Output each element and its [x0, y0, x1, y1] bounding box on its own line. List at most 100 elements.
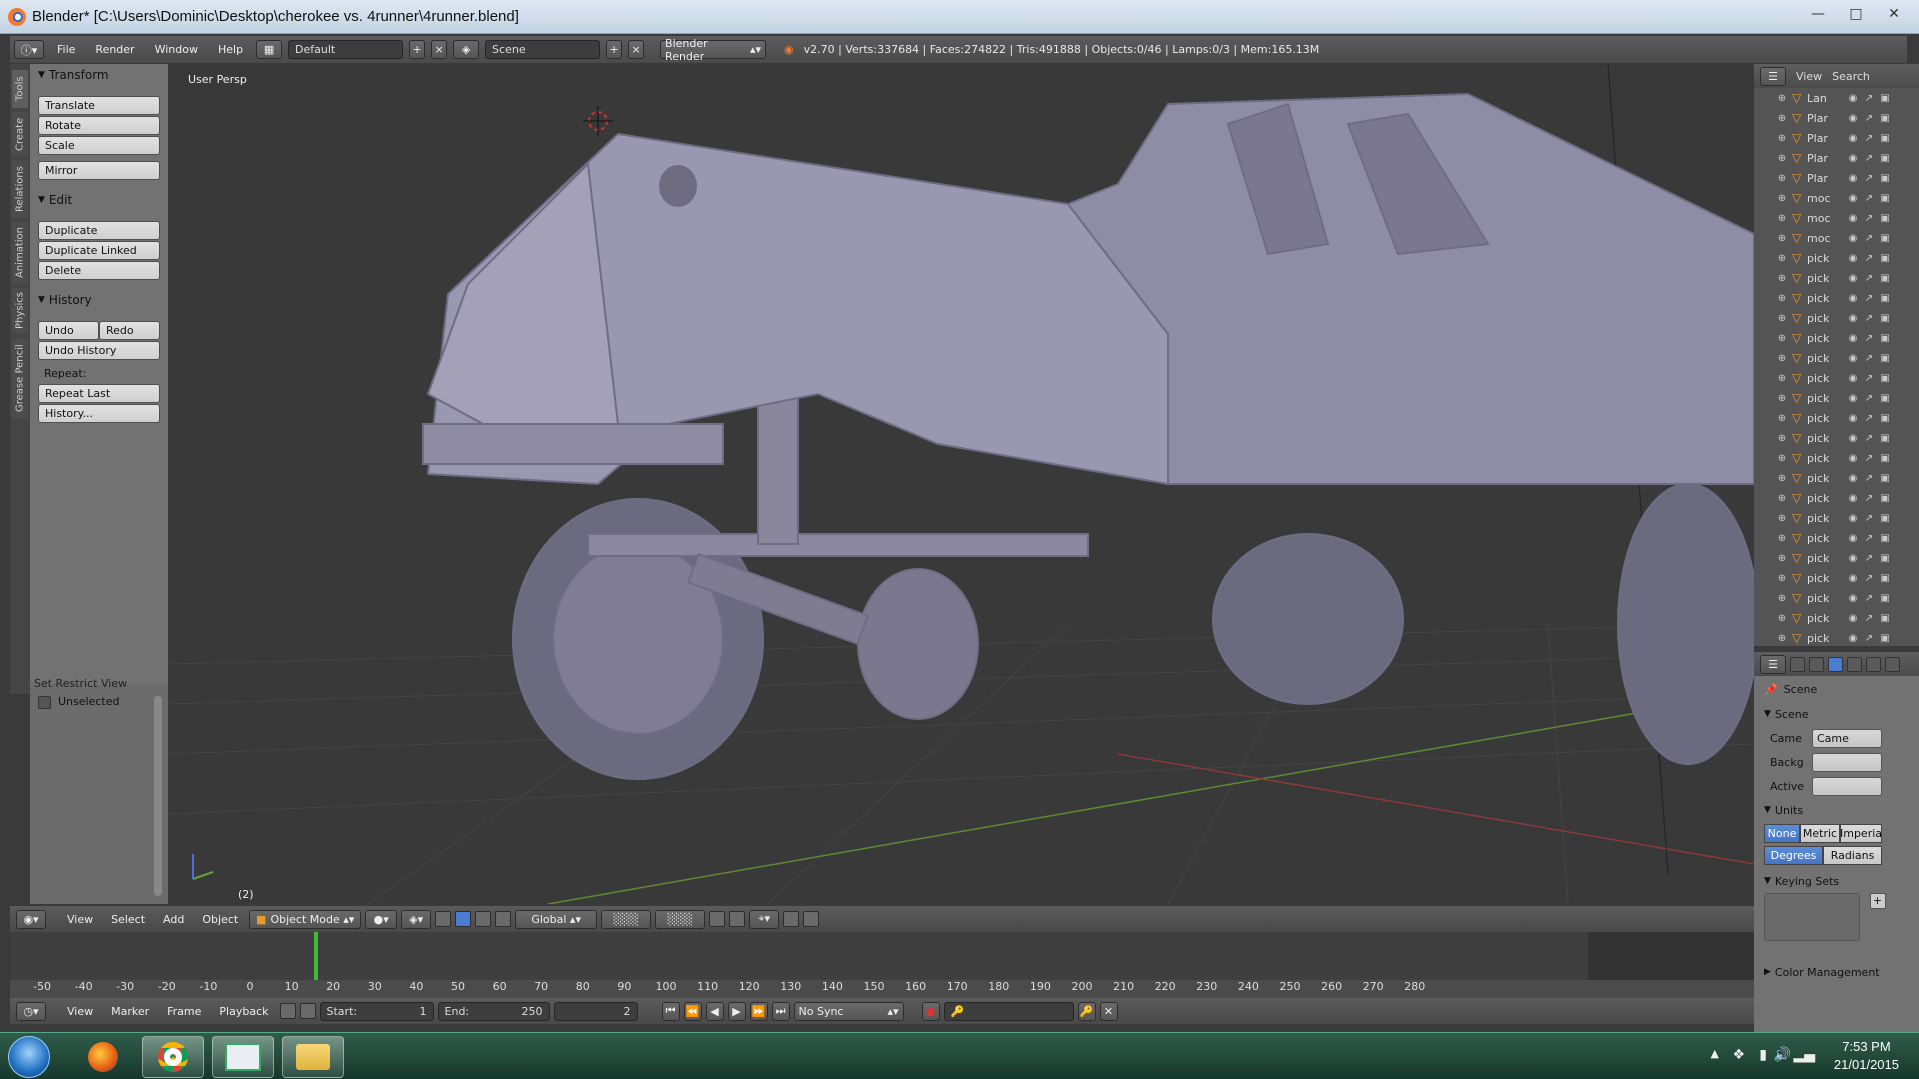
scene-tab-icon[interactable]: [1828, 656, 1843, 672]
selectable-arrow-icon[interactable]: ↗: [1863, 93, 1875, 104]
outliner-row[interactable]: ⊕ ▽ pick ◉ ↗ ▣: [1754, 468, 1919, 488]
visibility-eye-icon[interactable]: ◉: [1847, 293, 1859, 304]
view3d-menu-object[interactable]: Object: [195, 913, 245, 926]
outliner-row[interactable]: ⊕ ▽ pick ◉ ↗ ▣: [1754, 268, 1919, 288]
manipulator-toggle-icon[interactable]: [435, 911, 452, 927]
selectable-arrow-icon[interactable]: ↗: [1863, 593, 1875, 604]
visibility-eye-icon[interactable]: ◉: [1847, 253, 1859, 264]
view3d-editor-icon[interactable]: ◉▾: [16, 909, 46, 929]
selectable-arrow-icon[interactable]: ↗: [1863, 573, 1875, 584]
3d-viewport[interactable]: User Persp (2): [168, 64, 1754, 904]
expand-icon[interactable]: ⊕: [1776, 413, 1788, 424]
taskbar-explorer[interactable]: [282, 1036, 344, 1078]
screen-layout-icon[interactable]: ▦: [256, 40, 283, 59]
lock-range-icon[interactable]: [299, 1003, 316, 1019]
renderable-camera-icon[interactable]: ▣: [1879, 573, 1891, 584]
duplicate-button[interactable]: Duplicate: [38, 221, 160, 240]
visibility-eye-icon[interactable]: ◉: [1847, 353, 1859, 364]
edit-panel-header[interactable]: ▼ Edit: [30, 189, 72, 211]
renderable-camera-icon[interactable]: ▣: [1879, 533, 1891, 544]
selectable-arrow-icon[interactable]: ↗: [1863, 413, 1875, 424]
selectable-arrow-icon[interactable]: ↗: [1863, 233, 1875, 244]
transform-panel-header[interactable]: ▼ Transform: [30, 64, 109, 86]
selectable-arrow-icon[interactable]: ↗: [1863, 133, 1875, 144]
taskbar-chrome[interactable]: [142, 1036, 204, 1078]
visibility-eye-icon[interactable]: ◉: [1847, 573, 1859, 584]
visibility-eye-icon[interactable]: ◉: [1847, 373, 1859, 384]
outliner-row[interactable]: ⊕ ▽ Plar ◉ ↗ ▣: [1754, 128, 1919, 148]
expand-icon[interactable]: ⊕: [1776, 473, 1788, 484]
renderable-camera-icon[interactable]: ▣: [1879, 393, 1891, 404]
visibility-eye-icon[interactable]: ◉: [1847, 513, 1859, 524]
outliner-row[interactable]: ⊕ ▽ pick ◉ ↗ ▣: [1754, 248, 1919, 268]
rotate-button[interactable]: Rotate: [38, 116, 160, 135]
history-panel-header[interactable]: ▼ History: [30, 289, 92, 311]
expand-icon[interactable]: ⊕: [1776, 633, 1788, 644]
duplicate-linked-button[interactable]: Duplicate Linked: [38, 241, 160, 260]
menu-render[interactable]: Render: [88, 43, 141, 56]
visibility-eye-icon[interactable]: ◉: [1847, 453, 1859, 464]
renderable-camera-icon[interactable]: ▣: [1879, 193, 1891, 204]
insert-keyframe-icon[interactable]: 🔑: [1077, 1001, 1096, 1021]
outliner-row[interactable]: ⊕ ▽ pick ◉ ↗ ▣: [1754, 348, 1919, 368]
outliner-row[interactable]: ⊕ ▽ pick ◉ ↗ ▣: [1754, 408, 1919, 428]
visibility-eye-icon[interactable]: ◉: [1847, 493, 1859, 504]
orientation-dropdown[interactable]: Global ▴▾: [515, 909, 598, 929]
renderable-camera-icon[interactable]: ▣: [1879, 553, 1891, 564]
outliner-row[interactable]: ⊕ ▽ pick ◉ ↗ ▣: [1754, 308, 1919, 328]
camera-field[interactable]: Came: [1812, 728, 1882, 748]
outliner-row[interactable]: ⊕ ▽ pick ◉ ↗ ▣: [1754, 568, 1919, 588]
selectable-arrow-icon[interactable]: ↗: [1863, 633, 1875, 644]
outliner-row[interactable]: ⊕ ▽ moc ◉ ↗ ▣: [1754, 188, 1919, 208]
expand-icon[interactable]: ⊕: [1776, 573, 1788, 584]
repeat-last-button[interactable]: Repeat Last: [38, 384, 160, 403]
outliner-row[interactable]: ⊕ ▽ pick ◉ ↗ ▣: [1754, 528, 1919, 548]
outliner-view-menu[interactable]: View: [1796, 70, 1822, 83]
visibility-eye-icon[interactable]: ◉: [1847, 233, 1859, 244]
outliner-row[interactable]: ⊕ ▽ moc ◉ ↗ ▣: [1754, 208, 1919, 228]
visibility-eye-icon[interactable]: ◉: [1847, 413, 1859, 424]
visibility-eye-icon[interactable]: ◉: [1847, 213, 1859, 224]
renderable-camera-icon[interactable]: ▣: [1879, 473, 1891, 484]
selectable-arrow-icon[interactable]: ↗: [1863, 313, 1875, 324]
visibility-eye-icon[interactable]: ◉: [1847, 313, 1859, 324]
selectable-arrow-icon[interactable]: ↗: [1863, 533, 1875, 544]
end-frame-field[interactable]: End: 250: [437, 1001, 550, 1021]
renderable-camera-icon[interactable]: ▣: [1879, 453, 1891, 464]
units-section-header[interactable]: ▼ Units: [1754, 798, 1919, 822]
visibility-eye-icon[interactable]: ◉: [1847, 173, 1859, 184]
visibility-eye-icon[interactable]: ◉: [1847, 393, 1859, 404]
selectable-arrow-icon[interactable]: ↗: [1863, 153, 1875, 164]
visibility-eye-icon[interactable]: ◉: [1847, 433, 1859, 444]
jump-keyframe-back-icon[interactable]: ⏪: [683, 1001, 702, 1021]
visibility-eye-icon[interactable]: ◉: [1847, 553, 1859, 564]
visibility-eye-icon[interactable]: ◉: [1847, 473, 1859, 484]
mirror-button[interactable]: Mirror: [38, 161, 160, 180]
renderable-camera-icon[interactable]: ▣: [1879, 113, 1891, 124]
expand-icon[interactable]: ⊕: [1776, 233, 1788, 244]
delete-button[interactable]: Delete: [38, 261, 160, 280]
renderable-camera-icon[interactable]: ▣: [1879, 93, 1891, 104]
renderable-camera-icon[interactable]: ▣: [1879, 433, 1891, 444]
renderable-camera-icon[interactable]: ▣: [1879, 213, 1891, 224]
selectable-arrow-icon[interactable]: ↗: [1863, 113, 1875, 124]
menu-file[interactable]: File: [50, 43, 82, 56]
selectable-arrow-icon[interactable]: ↗: [1863, 453, 1875, 464]
render-preview-icon[interactable]: [783, 911, 800, 927]
selectable-arrow-icon[interactable]: ↗: [1863, 293, 1875, 304]
menu-window[interactable]: Window: [148, 43, 205, 56]
object-tab-icon[interactable]: [1866, 656, 1881, 672]
shelf-scrollbar[interactable]: [154, 696, 162, 896]
keying-add-button[interactable]: +: [1869, 893, 1886, 909]
start-button[interactable]: [8, 1036, 50, 1078]
outliner-row[interactable]: ⊕ ▽ pick ◉ ↗ ▣: [1754, 548, 1919, 568]
selectable-arrow-icon[interactable]: ↗: [1863, 553, 1875, 564]
renderable-camera-icon[interactable]: ▣: [1879, 373, 1891, 384]
selectable-arrow-icon[interactable]: ↗: [1863, 193, 1875, 204]
renderable-camera-icon[interactable]: ▣: [1879, 413, 1891, 424]
scale-button[interactable]: Scale: [38, 136, 160, 155]
jump-keyframe-forward-icon[interactable]: ⏩: [749, 1001, 768, 1021]
expand-icon[interactable]: ⊕: [1776, 133, 1788, 144]
render-tab-icon[interactable]: [1790, 656, 1805, 672]
renderable-camera-icon[interactable]: ▣: [1879, 353, 1891, 364]
